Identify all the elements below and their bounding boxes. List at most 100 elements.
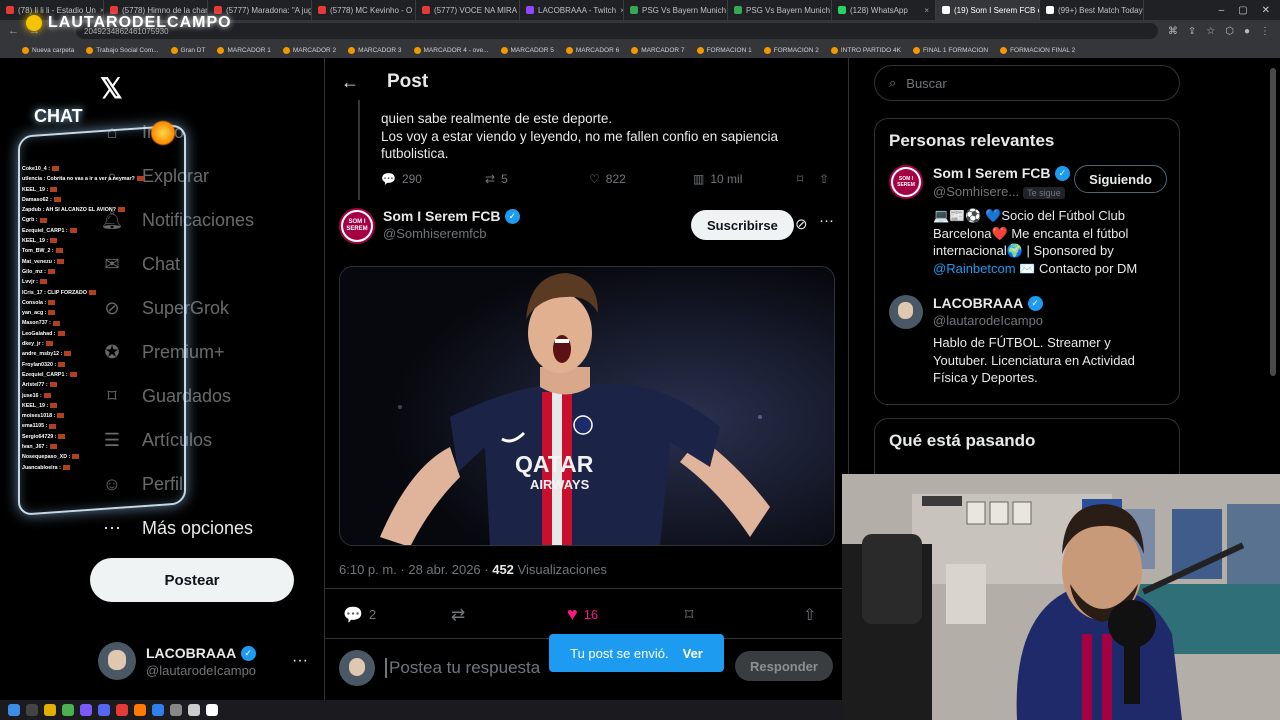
back-nav-icon[interactable]: ←	[8, 25, 19, 37]
close-window-icon[interactable]: ✕	[1262, 5, 1270, 16]
bookmark-item[interactable]: FORMACION 2	[763, 46, 819, 54]
post-button[interactable]: Postear	[90, 558, 294, 602]
repost-action[interactable]: ⇄ 5	[485, 172, 589, 186]
bio-link[interactable]: @Rainbetcom	[933, 261, 1016, 276]
profile-avatar-icon[interactable]: ●	[1244, 26, 1250, 37]
explorer-icon[interactable]	[44, 704, 56, 716]
tab-label: PSG Vs Bayern Munich -	[746, 5, 832, 15]
chat-emote-icon	[64, 351, 72, 357]
following-button[interactable]: Siguiendo	[1074, 165, 1167, 193]
author-avatar[interactable]: SOM I SEREM	[339, 208, 375, 244]
bookmark-item[interactable]: MARCADOR 6	[565, 46, 619, 54]
post-views-count: 452	[492, 562, 514, 577]
toast-text: Tu post se envió.	[570, 645, 669, 661]
bookmark-item[interactable]: MARCADOR 5	[500, 46, 554, 54]
chat-message: Mason737 :	[22, 318, 172, 328]
toast-view-link[interactable]: Ver	[683, 646, 703, 661]
bookmark-item[interactable]: MARCADOR 3	[348, 46, 402, 54]
bookmark-item[interactable]: MARCADOR 7	[631, 46, 685, 54]
webcam-feed	[842, 474, 1280, 720]
like-action[interactable]: ♥ 16	[567, 604, 685, 625]
reply-count: 290	[401, 172, 422, 186]
post-time[interactable]: 6:10 p. m. · 28 abr. 2026 ·	[339, 562, 489, 577]
more-icon[interactable]: ···	[819, 212, 834, 229]
reply-input[interactable]: Postea tu respuesta	[385, 658, 540, 678]
app-icon[interactable]	[134, 704, 146, 716]
bio-text-end: ✉️ Contacto por DM	[1015, 260, 1138, 276]
bookmark-item[interactable]: MARCADOR 4 - ove...	[413, 46, 489, 54]
subscribe-button[interactable]: Suscribirse	[691, 210, 794, 240]
reply-action[interactable]: 💬 2	[343, 605, 451, 625]
scrollbar[interactable]	[1270, 68, 1276, 376]
chat-message-text: Aristel77 :	[22, 382, 48, 389]
sidebar-item-m-s-opciones[interactable]: ⋯ Más opciones	[100, 516, 253, 540]
bookmark-folder-icon	[413, 46, 421, 54]
account-more-icon[interactable]: ···	[292, 652, 308, 670]
extension-icon[interactable]: ⬡	[1225, 26, 1234, 37]
bookmark-item[interactable]: INTRO PARTIDO 4K	[830, 46, 901, 54]
app-icon[interactable]	[206, 704, 218, 716]
chrome-icon[interactable]	[62, 704, 74, 716]
relevant-person[interactable]: LACOBRAAA ✓ @lautarodeIcampo Hablo de FÚ…	[875, 289, 1179, 399]
reply-button[interactable]: Responder	[735, 651, 833, 681]
browser-tab[interactable]: PSG Vs Bayern Munich -×	[624, 0, 728, 20]
chat-message-text: juse16 :	[22, 392, 42, 399]
browser-tab[interactable]: PSG Vs Bayern Munich -×	[728, 0, 832, 20]
translate-icon[interactable]: ⌘	[1168, 26, 1178, 37]
stream-chat-messages: Coke10_4 : utlencia : Cobrita no vas a ir…	[22, 164, 172, 473]
app-icon[interactable]	[116, 704, 128, 716]
bookmark-item[interactable]: Nueva carpeta	[22, 46, 74, 54]
share-action[interactable]: ⇧	[819, 172, 829, 186]
bookmark-action[interactable]: ⌑	[685, 605, 803, 625]
star-icon[interactable]: ☆	[1206, 26, 1215, 37]
repost-icon: ⇄	[485, 172, 496, 186]
person-handle: @lautarodeIcampo	[933, 313, 1044, 328]
repost-action[interactable]: ⇄	[451, 605, 567, 625]
chat-emote-icon	[49, 423, 57, 429]
post-image[interactable]: QATAR AIRWAYS	[339, 266, 835, 546]
share-icon[interactable]: ⇪	[1188, 26, 1196, 37]
app-icon[interactable]	[170, 704, 182, 716]
start-icon[interactable]	[8, 704, 20, 716]
app-icon[interactable]	[188, 704, 200, 716]
browser-tab[interactable]: (19) Som I Serem FCB en×	[936, 0, 1040, 20]
app-icon[interactable]	[152, 704, 164, 716]
maximize-icon[interactable]: ▢	[1238, 5, 1247, 16]
bookmark-item[interactable]: Trabajo Social Com...	[86, 46, 159, 54]
views-action[interactable]: ▥ 10 mil	[693, 172, 797, 186]
chat-emote-icon	[39, 217, 47, 223]
author-handle[interactable]: @Somhiseremfcb	[383, 226, 520, 241]
address-field[interactable]: 2049234862461075930	[76, 23, 1158, 39]
author-name[interactable]: Som I Serem FCB	[383, 208, 500, 224]
app-icon[interactable]	[80, 704, 92, 716]
like-action[interactable]: ♡ 822	[589, 172, 693, 186]
relevant-person[interactable]: SOM I SEREM Som I Serem FCB ✓ @Somhisere.…	[875, 159, 1179, 289]
reply-action[interactable]: 💬 290	[381, 172, 485, 186]
bookmark-item[interactable]: MARCADOR 2	[282, 46, 336, 54]
tab-close-icon[interactable]: ×	[924, 6, 929, 15]
page-title: Post	[387, 71, 429, 92]
search-input[interactable]: ⌕ Buscar	[874, 65, 1180, 101]
browser-tab[interactable]: LACOBRAAA - Twitch×	[520, 0, 624, 20]
bookmark-item[interactable]: Gran DT	[170, 46, 205, 54]
bookmark-item[interactable]: FORMACION FINAL 2	[1000, 46, 1075, 54]
window-controls[interactable]: – ▢ ✕	[1219, 5, 1280, 16]
browser-tab[interactable]: (5777) VOCE NA MIRA (S×	[416, 0, 520, 20]
x-logo-icon[interactable]: 𝕏	[100, 72, 123, 105]
bookmark-item[interactable]: MARCADOR 1	[217, 46, 271, 54]
taskview-icon[interactable]	[26, 704, 38, 716]
minimize-icon[interactable]: –	[1219, 5, 1225, 16]
grok-icon[interactable]: ⊘	[795, 215, 808, 233]
account-switcher[interactable]: LACOBRAAA ✓ @lautarodeIcampo ···	[98, 642, 308, 680]
bookmark-action[interactable]: ⌑	[797, 172, 819, 186]
discord-icon[interactable]	[98, 704, 110, 716]
browser-tab[interactable]: (128) WhatsApp ×	[832, 0, 936, 20]
browser-tab[interactable]: (99+) Best Match Today×	[1040, 0, 1144, 20]
bookmark-label: FINAL 1 FORMACION	[922, 46, 989, 54]
browser-tab[interactable]: (5778) MC Kevinho - O Gr×	[312, 0, 416, 20]
back-arrow-icon[interactable]: ←	[341, 72, 359, 93]
menu-icon[interactable]: ⋮	[1260, 26, 1270, 37]
share-action[interactable]: ⇧	[803, 605, 816, 625]
bookmark-item[interactable]: FORMACION 1	[696, 46, 752, 54]
bookmark-item[interactable]: FINAL 1 FORMACION	[912, 46, 989, 54]
